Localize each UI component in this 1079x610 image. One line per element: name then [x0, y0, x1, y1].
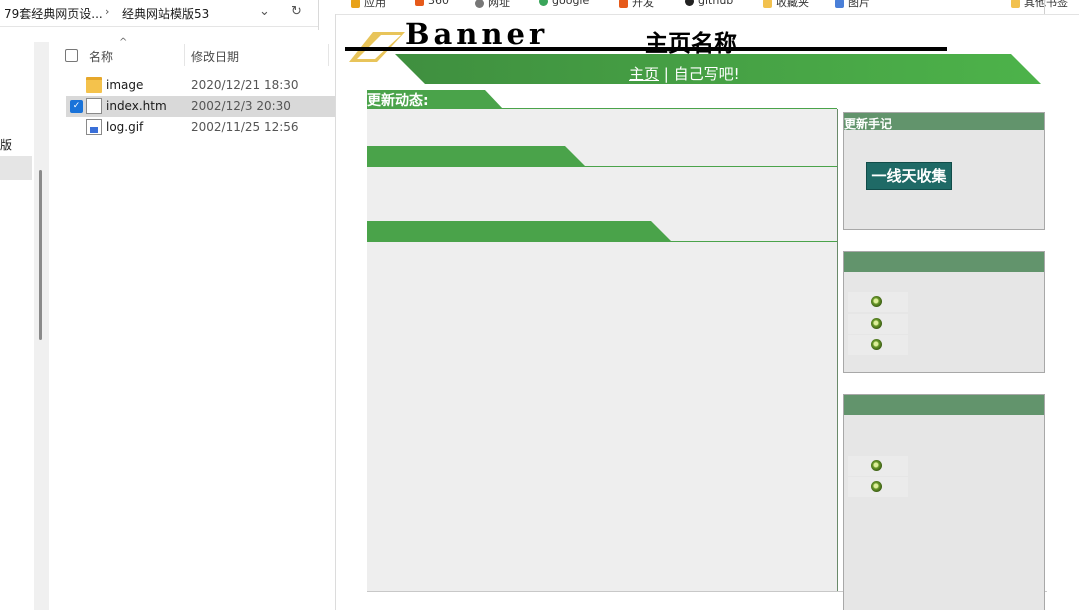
breadcrumb-current[interactable]: 经典网站模版53 [122, 5, 209, 22]
navigation-scrollbar[interactable] [34, 42, 49, 610]
file-name: index.htm [106, 99, 167, 113]
nav-link-custom[interactable]: 自己写吧! [674, 65, 740, 83]
sidebar-box-header [844, 252, 1044, 272]
bullet-icon [871, 318, 882, 329]
nav-separator: | [659, 65, 674, 83]
bookmark-apps[interactable]: 应用 [351, 0, 386, 10]
bookmark-images[interactable]: 图片 [835, 0, 870, 10]
bookmark-360[interactable]: 360 [415, 0, 449, 7]
folder-icon [86, 77, 102, 93]
update-label: 更新动态: [367, 93, 429, 109]
file-row-log-gif[interactable]: log.gif 2002/11/25 12:56 [66, 117, 335, 138]
section-rule-3 [367, 241, 837, 242]
file-date: 2002/12/3 20:30 [191, 99, 291, 113]
sidebar-box-header [844, 395, 1044, 415]
list-item[interactable] [848, 314, 908, 334]
nav-item-highlighted[interactable] [0, 156, 32, 180]
address-bar[interactable]: 79套经典网页设... › 经典网站模版53 ⌄ ↻ [0, 0, 318, 27]
file-list-header: ^ 名称 修改日期 [49, 37, 335, 68]
row-checkbox-checked[interactable]: ✓ [70, 100, 83, 113]
folder-icon [763, 0, 772, 8]
bullet-icon [871, 460, 882, 471]
bookmark-github[interactable]: github [685, 0, 733, 7]
bookmarks-bar: 应用 360 网址 google 开发 github 收藏夹 图片 其他书签 [335, 0, 1079, 15]
column-header-date[interactable]: 修改日期 [191, 48, 239, 65]
apps-icon [351, 0, 360, 8]
bullet-icon [871, 296, 882, 307]
file-explorer: 79套经典网页设... › 经典网站模版53 ⌄ ↻ 版 ^ 名称 修改日期 i… [0, 0, 335, 610]
column-header-name[interactable]: 名称 [89, 48, 113, 65]
list-item[interactable] [848, 292, 908, 312]
banner-text: Banner [405, 17, 549, 51]
nav-item-partial[interactable]: 版 [0, 136, 12, 153]
file-row-image[interactable]: image 2020/12/21 18:30 [66, 75, 335, 96]
globe-icon [475, 0, 484, 8]
section-tab-3 [367, 221, 671, 241]
folder-icon [415, 0, 424, 6]
sort-ascending-icon: ^ [119, 37, 128, 48]
file-row-index-htm[interactable]: ✓ index.htm 2002/12/3 20:30 [66, 96, 335, 117]
column-divider[interactable] [328, 44, 329, 66]
file-date: 2020/12/21 18:30 [191, 78, 299, 92]
list-item[interactable] [848, 335, 908, 355]
bullet-icon [871, 339, 882, 350]
image-file-icon [86, 119, 102, 135]
update-rule [367, 108, 837, 109]
sidebar-box-updates: 更新手记 一线天收集 [843, 112, 1045, 230]
nav-link-home[interactable]: 主页 [629, 65, 659, 83]
file-name: log.gif [106, 120, 144, 134]
sidebar-box-header: 更新手记 [844, 113, 1044, 131]
breadcrumb-separator-icon: › [105, 5, 110, 18]
bullet-icon [871, 481, 882, 492]
folder-icon [619, 0, 628, 8]
browser-border [335, 14, 336, 610]
image-icon [835, 0, 844, 8]
chevron-down-icon[interactable]: ⌄ [259, 4, 270, 19]
section-rule-2 [367, 166, 837, 167]
sidebar-box-title: 更新手记 [844, 117, 893, 131]
list-item[interactable] [848, 477, 908, 497]
folder-icon [1011, 0, 1020, 8]
bookmarks-divider [1044, 0, 1045, 14]
list-item[interactable] [848, 456, 908, 476]
collect-button[interactable]: 一线天收集 [866, 162, 952, 190]
address-bar-divider [318, 0, 336, 30]
html-file-icon [86, 98, 102, 114]
section-tab-2 [367, 146, 585, 166]
bookmark-sites[interactable]: 网址 [475, 0, 510, 10]
github-icon [685, 0, 694, 6]
select-all-checkbox[interactable] [65, 49, 78, 62]
news-panel-border [837, 109, 838, 591]
news-panel [367, 109, 837, 591]
sidebar-box-more [843, 394, 1045, 610]
navigation-pane: 版 [0, 42, 34, 610]
bookmark-other[interactable]: 其他书签 [1011, 0, 1068, 10]
main-navigation: 主页 | 自己写吧! [629, 63, 740, 84]
bookmark-dev[interactable]: 开发 [619, 0, 654, 10]
refresh-icon[interactable]: ↻ [291, 4, 302, 19]
sidebar-box-links [843, 251, 1045, 373]
site-title: 主页名称 [645, 31, 737, 57]
google-icon [539, 0, 548, 6]
file-list: ^ 名称 修改日期 image 2020/12/21 18:30 ✓ index… [49, 37, 335, 610]
breadcrumb-parent[interactable]: 79套经典网页设... [4, 5, 103, 22]
file-name: image [106, 78, 144, 92]
scrollbar-thumb[interactable] [39, 170, 42, 340]
file-date: 2002/11/25 12:56 [191, 120, 299, 134]
bookmark-google[interactable]: google [539, 0, 589, 7]
bookmark-favorites[interactable]: 收藏夹 [763, 0, 809, 10]
column-divider[interactable] [184, 44, 185, 66]
browser-window: 应用 360 网址 google 开发 github 收藏夹 图片 其他书签 B… [335, 0, 1079, 610]
